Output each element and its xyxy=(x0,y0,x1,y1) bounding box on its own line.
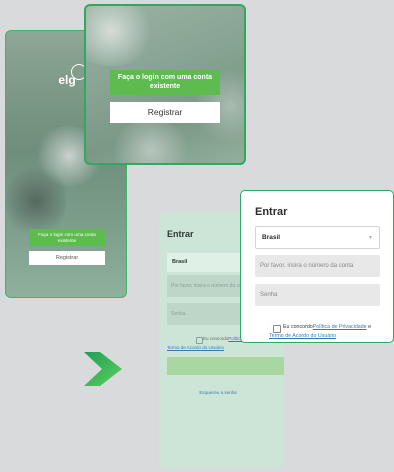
consent-checkbox[interactable] xyxy=(196,337,203,344)
register-button[interactable]: Registrar xyxy=(110,102,220,123)
register-button[interactable]: Registrar xyxy=(29,251,105,265)
page-title: Entrar xyxy=(255,206,288,218)
login-button-label: Faça o login com uma conta existente xyxy=(117,74,213,90)
background-photo-blur xyxy=(106,121,196,163)
page-title: Entrar xyxy=(167,229,194,239)
consent-conjunction: e xyxy=(366,324,372,330)
chevron-right-arrow-icon xyxy=(84,352,122,386)
login-submit-button[interactable] xyxy=(167,357,284,375)
consent-text: Eu concordoPolítica de Privacidade e xyxy=(283,324,371,330)
background-photo-blur xyxy=(86,6,156,66)
splash-zoom-popup: Faça o login com uma conta existente Reg… xyxy=(84,4,246,165)
account-number-input[interactable]: Por favor, insira o número da conta xyxy=(255,255,380,277)
country-select[interactable]: Brasil ▼ xyxy=(255,226,380,249)
terms-link[interactable]: Termo de Acordo do Usuário xyxy=(269,333,336,339)
consent-checkbox[interactable] xyxy=(273,325,281,333)
login-existing-account-button[interactable]: Faça o login com uma conta existente xyxy=(110,70,220,95)
chevron-down-icon: ▼ xyxy=(368,235,373,241)
terms-link[interactable]: Termo de Acordo do Usuário xyxy=(167,345,224,350)
consent-prefix: Eu concordo xyxy=(283,324,313,330)
login-zoom-popup: Entrar Brasil ▼ Por favor, insira o núme… xyxy=(240,190,394,343)
login-button-label: Faça o login com uma conta existente xyxy=(38,231,96,243)
forgot-password-link[interactable]: Esqueceu a senha xyxy=(159,390,277,395)
password-input[interactable]: Senha xyxy=(255,284,380,306)
country-value: Brasil xyxy=(262,234,281,241)
consent-prefix: Eu concordo xyxy=(203,336,229,341)
login-existing-account-button[interactable]: Faça o login com uma conta existente xyxy=(29,229,105,246)
privacy-policy-link[interactable]: Política de Privacidade xyxy=(313,324,367,330)
